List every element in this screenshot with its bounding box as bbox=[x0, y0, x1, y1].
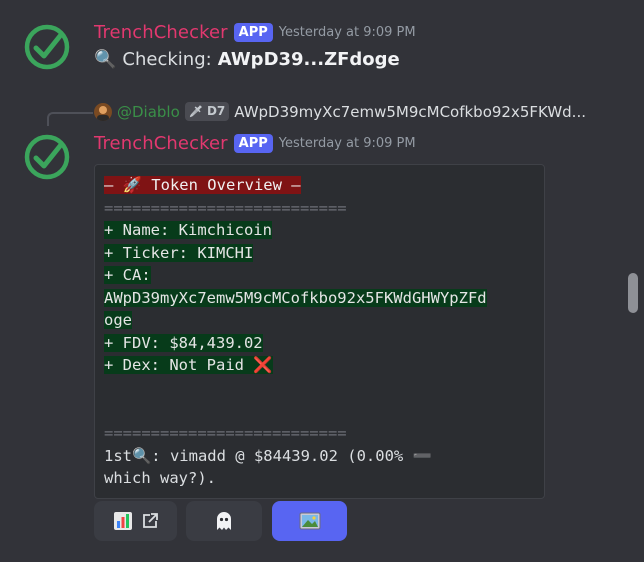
username[interactable]: TrenchChecker bbox=[94, 133, 228, 154]
first-caller-line-wrap: which way?). bbox=[104, 469, 216, 487]
embed-title: – 🚀 Token Overview – bbox=[104, 176, 301, 194]
message-header-2: TrenchChecker APP Yesterday at 9:09 PM bbox=[94, 133, 416, 154]
ca-label-line: + CA: bbox=[104, 266, 151, 284]
embed-footer-block: ========================== 1st🔍: vimadd … bbox=[104, 422, 536, 490]
username[interactable]: TrenchChecker bbox=[94, 22, 228, 43]
bot-avatar[interactable] bbox=[24, 24, 70, 70]
scrollbar-thumb[interactable] bbox=[628, 273, 638, 313]
ghost-button[interactable] bbox=[186, 501, 262, 541]
app-badge: APP bbox=[233, 134, 273, 153]
sword-icon: 🗡 bbox=[188, 105, 203, 118]
image-button[interactable] bbox=[272, 501, 347, 541]
token-embed: – 🚀 Token Overview – ===================… bbox=[94, 164, 545, 499]
checking-prefix: Checking: bbox=[122, 49, 212, 70]
ghost-icon bbox=[217, 512, 231, 530]
checking-text: 🔍 Checking: AWpD39...ZFdoge bbox=[94, 49, 400, 70]
app-badge: APP bbox=[233, 23, 273, 42]
external-link-icon bbox=[142, 513, 158, 528]
first-caller-line: 1st🔍: vimadd @ $84439.02 (0.00% ➖ bbox=[104, 446, 432, 465]
separator: ========================== bbox=[104, 424, 347, 442]
reply-username[interactable]: @Diablo bbox=[117, 103, 180, 121]
ticker-line: + Ticker: KIMCHI bbox=[104, 243, 254, 262]
ca-value-line: AWpD39myXc7emw5M9cMCofkbo92x5FKWdGHWYpZF… bbox=[104, 288, 487, 307]
dex-line: + Dex: Not Paid ❌ bbox=[104, 356, 273, 374]
message-header-1: TrenchChecker APP Yesterday at 9:09 PM bbox=[94, 22, 416, 43]
name-line: + Name: Kimchicoin bbox=[104, 221, 272, 239]
timestamp[interactable]: Yesterday at 9:09 PM bbox=[279, 136, 416, 151]
reply-spine bbox=[47, 112, 93, 126]
magnifier-icon: 🔍 bbox=[94, 49, 117, 70]
fdv-line: + FDV: $84,439.02 bbox=[104, 333, 263, 352]
embed-code-block: – 🚀 Token Overview – ===================… bbox=[104, 174, 536, 377]
image-icon bbox=[299, 512, 320, 530]
chart-icon bbox=[113, 512, 132, 530]
check-circle-icon bbox=[24, 134, 70, 180]
reply-text[interactable]: AWpD39myXc7emw5M9cMCofkbo92x5FKWd... bbox=[234, 103, 586, 121]
reply-avatar[interactable] bbox=[94, 102, 112, 121]
reply-tag-label: D7 bbox=[206, 104, 226, 118]
separator: ========================== bbox=[104, 198, 347, 217]
ca-value-line-wrap: oge bbox=[104, 311, 132, 329]
timestamp[interactable]: Yesterday at 9:09 PM bbox=[279, 25, 416, 40]
check-circle-icon bbox=[24, 24, 70, 70]
reply-tag: 🗡 D7 bbox=[184, 102, 230, 121]
reply-preview[interactable]: @Diablo 🗡 D7 AWpD39myXc7emw5M9cMCofkbo92… bbox=[94, 102, 586, 121]
chart-link-button[interactable] bbox=[94, 501, 177, 541]
bot-avatar[interactable] bbox=[24, 134, 70, 180]
checking-value: AWpD39...ZFdoge bbox=[217, 49, 400, 70]
